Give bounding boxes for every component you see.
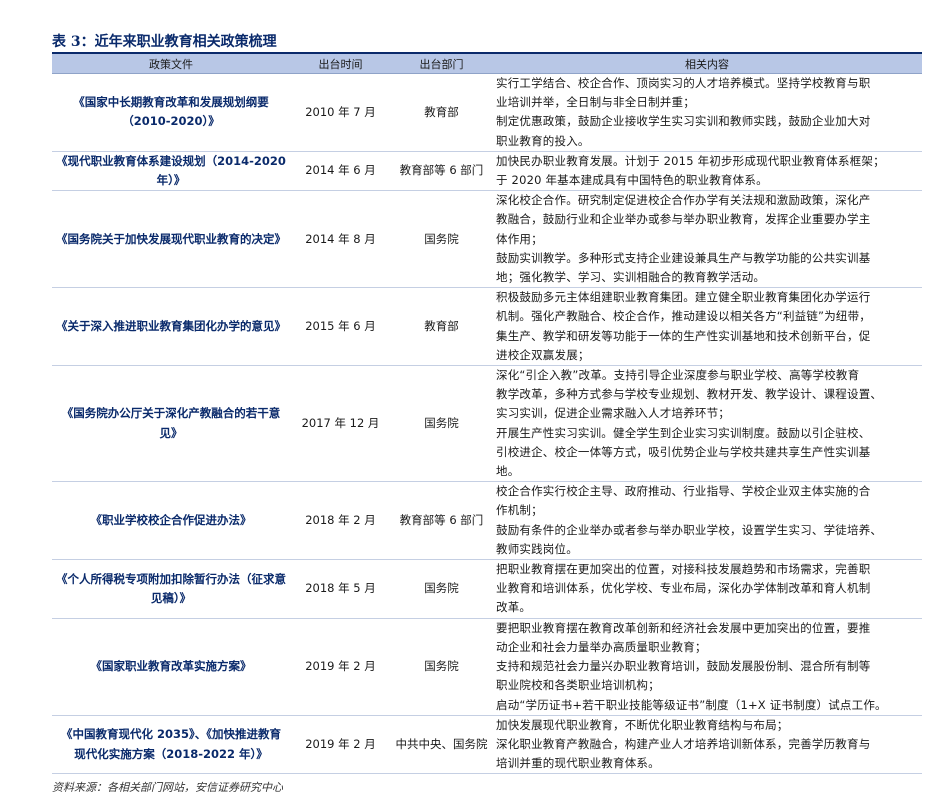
report-page: 表 3：近年来职业教育相关政策梳理 政策文件 出台时间 出台部门 相关内容 《国… <box>52 32 922 795</box>
content-line: 积极鼓励多元主体组建职业教育集团。建立健全职业教育集团化办学运行 <box>496 290 871 305</box>
table-row: 《国务院关于加快发展现代职业教育的决定》 2014 年 8 月国务院 深化校企合作。… <box>52 190 922 289</box>
content-line: 深化校企合作。研究制定促进校企合作办学有关法规和激励政策，深化产 <box>496 193 871 208</box>
table-row: 《国务院办公厅关于深化产教融合的若干意见》 2017 年 12 月国务院 深化“引企… <box>52 365 922 483</box>
issue-date-cell: 2014 年 6 月 <box>290 151 391 192</box>
table-row: 《职业学校校企合作促进办法》 2018 年 2 月教育部等 6 部门 校企合作实行校… <box>52 481 922 561</box>
issue-date-cell: 2017 年 12 月 <box>290 365 391 483</box>
policy-doc-cell: 《关于深入推进职业教育集团化办学的意见》 <box>52 287 290 367</box>
header-issue-date: 出台时间 <box>290 53 391 74</box>
content-line: 培训并重的现代职业教育体系。 <box>496 756 660 771</box>
content-line: 于 2020 年基本建成具有中国特色的职业教育体系。 <box>496 173 768 188</box>
content-line: 实习实训，促进企业需求融入人才培养环节； <box>496 406 730 421</box>
issuing-dept-cell: 教育部 <box>391 287 492 367</box>
policy-table: 政策文件 出台时间 出台部门 相关内容 《国家中长期教育改革和发展规划纲要（20… <box>52 52 922 775</box>
related-content-cell: 深化“引企入教”改革。支持引导企业深度参与职业学校、高等学校教育教学改革，多种方… <box>492 365 922 483</box>
content-line: 地；强化教学、学习、实训相融合的教育教学活动。 <box>496 270 766 285</box>
content-line: 深化职业教育产教融合，构建产业人才培养培训新体系，完善学历教育与 <box>496 736 871 751</box>
content-line: 业教育和培训体系，优化学校、专业布局，深化办学体制改革和育人机制 <box>496 581 871 596</box>
content-line: 把职业教育摆在更加突出的位置，对接科技发展趋势和市场需求，完善职 <box>496 562 871 577</box>
content-line: 加快民办职业教育发展。计划于 2015 年初步形成现代职业教育体系框架； <box>496 153 885 168</box>
issue-date-cell: 2018 年 2 月 <box>290 481 391 561</box>
content-line: 作机制； <box>496 503 543 518</box>
issue-date-cell: 2014 年 8 月 <box>290 190 391 289</box>
table-row: 《关于深入推进职业教育集团化办学的意见》 2015 年 6 月教育部 积极鼓励多元主… <box>52 287 922 367</box>
content-line: 实行工学结合、校企合作、顶岗实习的人才培养模式。坚持学校教育与职 <box>496 76 871 90</box>
table-row: 《个人所得税专项附加扣除暂行办法（征求意见稿）》 2018 年 5 月国务院 把职业… <box>52 559 922 619</box>
policy-doc-cell: 《国家职业教育改革实施方案》 <box>52 618 290 716</box>
related-content-cell: 加快民办职业教育发展。计划于 2015 年初步形成现代职业教育体系框架； 于 20… <box>492 151 922 192</box>
issue-date-cell: 2019 年 2 月 <box>290 715 391 775</box>
content-line: 开展生产性实习实训。健全学生到企业实习实训制度。鼓励以引企驻校、 <box>496 425 871 440</box>
source-note: 资料来源：各相关部门网站，安信证券研究中心 <box>52 781 283 795</box>
table-body: 《国家中长期教育改革和发展规划纲要（2010-2020）》 2010 年 7 月教… <box>52 73 922 775</box>
table-row: 《现代职业教育体系建设规划（2014-2020 年）》 2014 年 6 月教育部… <box>52 151 922 192</box>
policy-doc-cell: 《中国教育现代化 2035》、《加快推进教育现代化实施方案（2018-2022 … <box>52 715 290 775</box>
content-line: 职业教育的投入。 <box>496 133 590 148</box>
content-line: 地。 <box>496 464 520 479</box>
content-line: 体作用； <box>496 231 543 246</box>
policy-doc-cell: 《职业学校校企合作促进办法》 <box>52 481 290 561</box>
content-line: 业培训并举，全日制与非全日制并重； <box>496 95 695 110</box>
related-content-cell: 要把职业教育摆在教育改革创新和经济社会发展中更加突出的位置，要推 动企业和社会力量… <box>492 618 922 716</box>
table-row: 《国家职业教育改革实施方案》 2019 年 2 月国务院 要把职业教育摆在教育改革创… <box>52 618 922 716</box>
content-line: 改革。 <box>496 600 532 615</box>
content-line: 校企合作实行校企主导、政府推动、行业指导、学校企业双主体实施的合 <box>496 484 871 499</box>
content-line: 教师实践岗位。 <box>496 541 578 556</box>
issuing-dept-cell: 教育部 <box>391 73 492 152</box>
content-line: 启动“学历证书+若干职业技能等级证书”制度（1+X 证书制度）试点工作。 <box>496 697 887 712</box>
content-line: 鼓励实训教学。多种形式支持企业建设兼具生产与教学功能的公共实训基 <box>496 250 871 265</box>
content-line: 集生产、教学和研发等功能于一体的生产性实训基地和技术创新平台，促 <box>496 328 871 343</box>
table-row: 《中国教育现代化 2035》、《加快推进教育现代化实施方案（2018-2022 … <box>52 715 922 775</box>
issue-date-cell: 2010 年 7 月 <box>290 73 391 152</box>
content-line: 制定优惠政策，鼓励企业接收学生实习实训和教师实践，鼓励企业加大对 <box>496 114 871 129</box>
content-line: 引校进企、校企一体等方式，吸引优势企业与学校共建共享生产性实训基 <box>496 444 871 459</box>
issuing-dept-cell: 教育部等 6 部门 <box>391 481 492 561</box>
content-line: 加快发展现代职业教育，不断优化职业教育结构与布局； <box>496 717 789 732</box>
content-line: 鼓励有条件的企业举办或者参与举办职业学校，设置学生实习、学徒培养、 <box>496 522 883 537</box>
issuing-dept-cell: 国务院 <box>391 559 492 619</box>
related-content-cell: 把职业教育摆在更加突出的位置，对接科技发展趋势和市场需求，完善职 业教育和培训体系… <box>492 559 922 619</box>
issuing-dept-cell: 国务院 <box>391 618 492 716</box>
content-line: 教融合，鼓励行业和企业举办或参与举办职业教育，发挥企业重要办学主 <box>496 212 871 227</box>
issue-date-cell: 2019 年 2 月 <box>290 618 391 716</box>
issue-date-cell: 2018 年 5 月 <box>290 559 391 619</box>
policy-doc-cell: 《国务院关于加快发展现代职业教育的决定》 <box>52 190 290 289</box>
content-line: 支持和规范社会力量兴办职业教育培训，鼓励发展股份制、混合所有制等 <box>496 659 871 674</box>
content-line: 深化“引企入教”改革。支持引导企业深度参与职业学校、高等学校教育 <box>496 368 860 383</box>
content-line: 要把职业教育摆在教育改革创新和经济社会发展中更加突出的位置，要推 <box>496 620 871 635</box>
related-content-cell: 加快发展现代职业教育，不断优化职业教育结构与布局； 深化职业教育产教融合，构建产业… <box>492 715 922 775</box>
policy-doc-cell: 《个人所得税专项附加扣除暂行办法（征求意见稿）》 <box>52 559 290 619</box>
policy-doc-cell: 《国家中长期教育改革和发展规划纲要（2010-2020）》 <box>52 73 290 152</box>
policy-doc-cell: 《现代职业教育体系建设规划（2014-2020 年）》 <box>52 151 290 192</box>
issue-date-cell: 2015 年 6 月 <box>290 287 391 367</box>
issuing-dept-cell: 教育部等 6 部门 <box>391 151 492 192</box>
content-line: 机制。强化产教融合、校企合作，推动建设以相关各方“利益链”为纽带， <box>496 309 872 324</box>
content-line: 动企业和社会力量举办高质量职业教育； <box>496 639 707 654</box>
related-content-cell: 积极鼓励多元主体组建职业教育集团。建立健全职业教育集团化办学运行 机制。强化产教融… <box>492 287 922 367</box>
issuing-dept-cell: 国务院 <box>391 365 492 483</box>
related-content-cell: 校企合作实行校企主导、政府推动、行业指导、学校企业双主体实施的合 作机制； 鼓励有条… <box>492 481 922 561</box>
table-header-row: 政策文件 出台时间 出台部门 相关内容 <box>52 53 922 74</box>
header-issuing-dept: 出台部门 <box>391 53 492 74</box>
table-title: 表 3：近年来职业教育相关政策梳理 <box>52 34 277 50</box>
content-line: 职业院校和各类职业培训机构； <box>496 678 660 693</box>
policy-doc-cell: 《国务院办公厅关于深化产教融合的若干意见》 <box>52 365 290 483</box>
issuing-dept-cell: 国务院 <box>391 190 492 289</box>
header-related-content: 相关内容 <box>492 53 922 74</box>
issuing-dept-cell: 中共中央、国务院 <box>391 715 492 775</box>
content-line: 教学改革，多种方式参与学校专业规划、教材开发、教学设计、课程设置、 <box>496 387 883 402</box>
related-content-cell: 深化校企合作。研究制定促进校企合作办学有关法规和激励政策，深化产 教融合，鼓励行业… <box>492 190 922 289</box>
header-policy-doc: 政策文件 <box>52 53 290 74</box>
table-row: 《国家中长期教育改革和发展规划纲要（2010-2020）》 2010 年 7 月教… <box>52 73 922 152</box>
content-line: 进校企双赢发展； <box>496 347 590 362</box>
related-content-cell: 实行工学结合、校企合作、顶岗实习的人才培养模式。坚持学校教育与职 业培训并举，全日… <box>492 73 922 152</box>
